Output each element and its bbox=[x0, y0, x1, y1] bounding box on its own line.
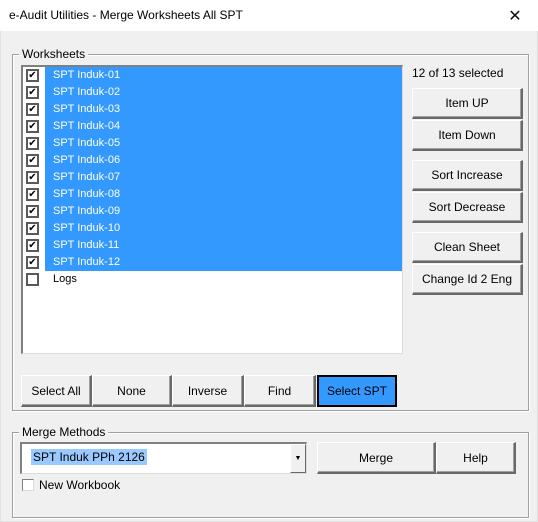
dropdown-button[interactable]: ▼ bbox=[290, 444, 306, 473]
change-id-eng-button[interactable]: Change Id 2 Eng bbox=[412, 264, 523, 295]
worksheet-name: SPT Induk-07 bbox=[45, 169, 402, 186]
checkmark-icon: ✔ bbox=[28, 70, 37, 81]
worksheet-name: SPT Induk-10 bbox=[45, 220, 402, 237]
checkmark-icon: ✔ bbox=[28, 206, 37, 217]
checkbox-checked[interactable]: ✔ bbox=[26, 137, 39, 150]
title-bar: e-Audit Utilities - Merge Worksheets All… bbox=[0, 0, 538, 31]
select-spt-button[interactable]: Select SPT bbox=[317, 375, 397, 407]
help-button[interactable]: Help bbox=[436, 442, 516, 474]
checkmark-icon: ✔ bbox=[28, 104, 37, 115]
new-workbook-checkbox[interactable] bbox=[22, 479, 34, 491]
checkbox-checked[interactable]: ✔ bbox=[26, 86, 39, 99]
worksheet-name: SPT Induk-09 bbox=[45, 203, 402, 220]
checkmark-icon: ✔ bbox=[28, 138, 37, 149]
checkbox-checked[interactable]: ✔ bbox=[26, 154, 39, 167]
worksheets-listbox[interactable]: ✔ SPT Induk-01 ✔ SPT Induk-02 ✔ SPT Induk-03 ✔… bbox=[21, 65, 403, 354]
checkbox-checked[interactable]: ✔ bbox=[26, 103, 39, 116]
none-button[interactable]: None bbox=[92, 375, 172, 407]
select-all-button[interactable]: Select All bbox=[21, 375, 92, 407]
checkmark-icon: ✔ bbox=[28, 121, 37, 132]
sort-decrease-button[interactable]: Sort Decrease bbox=[412, 192, 523, 223]
worksheet-name: SPT Induk-01 bbox=[45, 67, 402, 84]
chevron-down-icon: ▼ bbox=[294, 455, 302, 462]
worksheet-list-item[interactable]: ✔ SPT Induk-12 bbox=[23, 254, 402, 271]
worksheet-list-item[interactable]: ✔ SPT Induk-08 bbox=[23, 186, 402, 203]
worksheet-list-item[interactable]: ✔ SPT Induk-06 bbox=[23, 152, 402, 169]
item-up-button[interactable]: Item UP bbox=[412, 88, 523, 119]
worksheet-name: Logs bbox=[53, 273, 77, 285]
inverse-button[interactable]: Inverse bbox=[172, 375, 244, 407]
close-icon: ✕ bbox=[508, 7, 522, 25]
dialog-body: Worksheets ✔ SPT Induk-01 ✔ SPT Induk-02 ✔ SP… bbox=[0, 31, 538, 522]
worksheet-name: SPT Induk-08 bbox=[45, 186, 402, 203]
checkbox-checked[interactable]: ✔ bbox=[26, 239, 39, 252]
worksheet-name: SPT Induk-06 bbox=[45, 152, 402, 169]
item-down-button[interactable]: Item Down bbox=[412, 120, 523, 151]
close-button[interactable]: ✕ bbox=[492, 0, 538, 31]
worksheet-list-item[interactable]: ✔ SPT Induk-07 bbox=[23, 169, 402, 186]
worksheet-list-item[interactable]: ✔ SPT Induk-11 bbox=[23, 237, 402, 254]
worksheet-list-item[interactable]: Logs bbox=[23, 271, 402, 288]
merge-method-value: SPT Induk PPh 2126 bbox=[31, 449, 147, 465]
worksheet-list-item[interactable]: ✔ SPT Induk-01 bbox=[23, 67, 402, 84]
worksheet-name: SPT Induk-11 bbox=[45, 237, 402, 254]
window-title: e-Audit Utilities - Merge Worksheets All… bbox=[9, 8, 243, 22]
new-workbook-label: New Workbook bbox=[39, 478, 121, 492]
selection-count: 12 of 13 selected bbox=[412, 66, 504, 80]
find-button[interactable]: Find bbox=[244, 375, 316, 407]
worksheet-name: SPT Induk-03 bbox=[45, 101, 402, 118]
checkbox-checked[interactable]: ✔ bbox=[26, 205, 39, 218]
checkbox-checked[interactable]: ✔ bbox=[26, 171, 39, 184]
worksheet-list-item[interactable]: ✔ SPT Induk-10 bbox=[23, 220, 402, 237]
worksheets-group: Worksheets ✔ SPT Induk-01 ✔ SPT Induk-02 ✔ SP… bbox=[12, 47, 529, 411]
worksheet-list-item[interactable]: ✔ SPT Induk-04 bbox=[23, 118, 402, 135]
checkmark-icon: ✔ bbox=[28, 240, 37, 251]
worksheet-name: SPT Induk-04 bbox=[45, 118, 402, 135]
worksheet-list-item[interactable]: ✔ SPT Induk-02 bbox=[23, 84, 402, 101]
checkbox-unchecked[interactable] bbox=[26, 273, 39, 286]
worksheet-list-item[interactable]: ✔ SPT Induk-03 bbox=[23, 101, 402, 118]
checkbox-checked[interactable]: ✔ bbox=[26, 120, 39, 133]
checkbox-checked[interactable]: ✔ bbox=[26, 188, 39, 201]
merge-button[interactable]: Merge bbox=[317, 442, 436, 474]
checkmark-icon: ✔ bbox=[28, 189, 37, 200]
checkmark-icon: ✔ bbox=[28, 172, 37, 183]
checkbox-checked[interactable]: ✔ bbox=[26, 69, 39, 82]
checkmark-icon: ✔ bbox=[28, 257, 37, 268]
merge-methods-legend: Merge Methods bbox=[19, 425, 109, 439]
worksheet-name: SPT Induk-12 bbox=[45, 254, 402, 271]
sort-increase-button[interactable]: Sort Increase bbox=[412, 160, 523, 191]
merge-methods-group: Merge Methods SPT Induk PPh 2126 ▼ Merge… bbox=[12, 425, 529, 518]
checkmark-icon: ✔ bbox=[28, 223, 37, 234]
new-workbook-option[interactable]: New Workbook bbox=[22, 478, 120, 492]
merge-method-select[interactable]: SPT Induk PPh 2126 ▼ bbox=[20, 442, 307, 474]
worksheet-list-item[interactable]: ✔ SPT Induk-09 bbox=[23, 203, 402, 220]
checkmark-icon: ✔ bbox=[28, 155, 37, 166]
worksheet-name: SPT Induk-02 bbox=[45, 84, 402, 101]
worksheets-legend: Worksheets bbox=[19, 47, 89, 61]
clean-sheet-button[interactable]: Clean Sheet bbox=[412, 232, 523, 263]
checkbox-checked[interactable]: ✔ bbox=[26, 222, 39, 235]
worksheet-name: SPT Induk-05 bbox=[45, 135, 402, 152]
checkbox-checked[interactable]: ✔ bbox=[26, 256, 39, 269]
checkmark-icon: ✔ bbox=[28, 87, 37, 98]
worksheet-list-item[interactable]: ✔ SPT Induk-05 bbox=[23, 135, 402, 152]
